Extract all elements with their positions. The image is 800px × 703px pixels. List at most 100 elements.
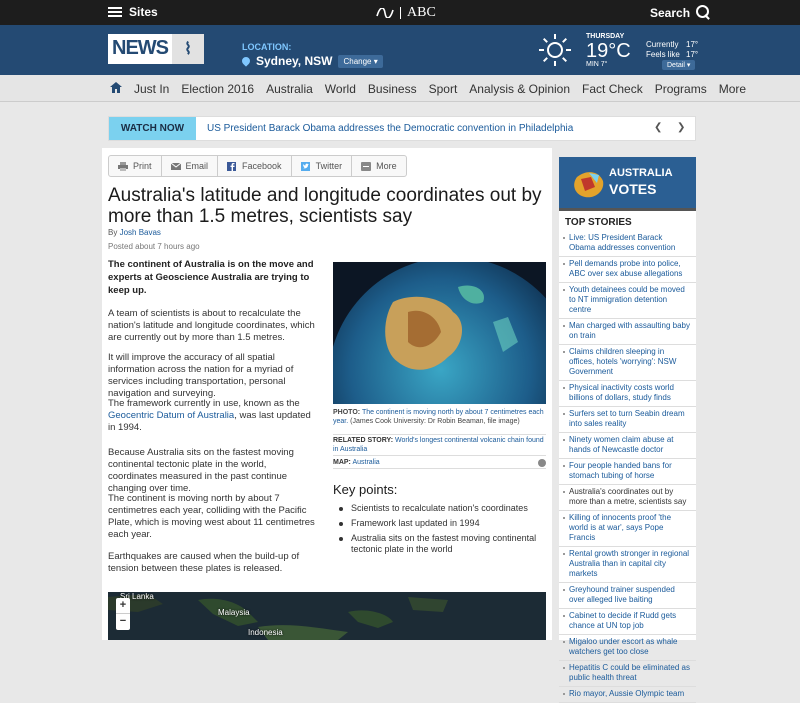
top-story-link[interactable]: Ninety women claim abuse at hands of New…	[559, 433, 696, 459]
main-nav: Just In Election 2016 Australia World Busine…	[0, 75, 800, 102]
author-link[interactable]: Josh Bavas	[120, 228, 161, 237]
news-logo[interactable]: NEWS ⌇	[108, 34, 204, 64]
key-point: Framework last updated in 1994	[333, 518, 546, 529]
print-label: Print	[133, 161, 152, 171]
zoom-out-button[interactable]: −	[116, 614, 130, 629]
top-story-link[interactable]: Killing of innocents proof 'the world is…	[559, 511, 696, 547]
weather-min: MIN 7°	[586, 61, 608, 68]
embedded-map[interactable]: Sri Lanka Malaysia Indonesia	[108, 592, 546, 640]
weather-values: 17° 17°	[686, 40, 699, 59]
top-story-link[interactable]: Rio mayor, Aussie Olympic team	[559, 687, 696, 703]
article-intro: The continent of Australia is on the mov…	[108, 259, 314, 296]
nav-item[interactable]: Fact Check	[582, 82, 643, 96]
top-story-link[interactable]: Youth detainees could be moved to NT imm…	[559, 283, 696, 319]
twitter-button[interactable]: Twitter	[292, 156, 353, 176]
paragraph-2: It will improve the accuracy of all spat…	[108, 352, 294, 399]
abc-logo-icon: ⌇	[172, 34, 204, 64]
map-label-indonesia: Indonesia	[248, 628, 283, 637]
sites-menu-button[interactable]: Sites	[108, 5, 158, 19]
print-button[interactable]: Print	[109, 156, 162, 176]
nav-item[interactable]: More	[719, 82, 746, 96]
byline: By Josh Bavas	[108, 228, 161, 237]
top-bar: Sites ABC Search	[0, 0, 800, 25]
abc-logo[interactable]: ABC	[376, 5, 436, 21]
paragraph-1: A team of scientists is about to recalcu…	[108, 308, 315, 343]
chevron-right-icon[interactable]: ❯	[677, 122, 685, 133]
home-icon[interactable]	[110, 82, 122, 93]
more-label: More	[376, 161, 397, 171]
votes-line2: VOTES	[609, 181, 657, 197]
paragraph-6: Earthquakes are caused when the build-up…	[108, 551, 300, 574]
map-marker-icon[interactable]	[538, 459, 546, 467]
geocentric-datum-link[interactable]: Geocentric Datum of Australia	[108, 410, 234, 421]
votes-line1: AUSTRALIA	[609, 167, 673, 179]
weather-detail-button[interactable]: Detail ▾	[662, 60, 696, 70]
nav-item[interactable]: Analysis & Opinion	[469, 82, 570, 96]
key-points: Key points: Scientists to recalculate na…	[333, 482, 546, 559]
weather-widget: THURSDAY 19°C MIN 7° Currently Feels like…	[536, 28, 786, 72]
top-story-link[interactable]: Four people handed bans for stomach tubi…	[559, 459, 696, 485]
top-stories-title: TOP STORIES	[565, 217, 632, 228]
chevron-left-icon[interactable]: ❮	[654, 122, 662, 133]
share-bar: Print Email Facebook Twitter More	[108, 155, 407, 177]
weather-labels: Currently Feels like	[646, 40, 680, 59]
top-stories: TOP STORIES Live: US President Barack Ob…	[559, 208, 696, 703]
abc-label: ABC	[407, 5, 436, 20]
twitter-icon	[300, 161, 310, 171]
map-link-row: MAP: Australia	[333, 455, 546, 469]
map-zoom-control: + −	[116, 598, 130, 630]
map-tiles	[108, 592, 546, 640]
paragraph-3: The framework currently in use, known as…	[108, 398, 311, 433]
nav-item[interactable]: Programs	[655, 82, 707, 96]
more-icon	[361, 161, 372, 171]
top-story-link[interactable]: Surfers set to turn Seabin dream into sa…	[559, 407, 696, 433]
watch-now-banner[interactable]: WATCH NOW US President Barack Obama addr…	[108, 116, 696, 141]
top-story-link[interactable]: Hepatitis C could be eliminated as publi…	[559, 661, 696, 687]
top-story-link[interactable]: Physical inactivity costs world billions…	[559, 381, 696, 407]
search-button[interactable]: Search	[650, 5, 711, 20]
map-link[interactable]: Australia	[352, 459, 379, 466]
location-widget: LOCATION: Sydney, NSW Change ▾	[240, 42, 383, 68]
facebook-icon	[227, 161, 237, 171]
nav-item[interactable]: Sport	[429, 82, 458, 96]
zoom-in-button[interactable]: +	[116, 598, 130, 614]
top-story-link[interactable]: Pell demands probe into police, ABC over…	[559, 257, 696, 283]
key-point: Scientists to recalculate nation's coord…	[333, 503, 546, 514]
sun-icon	[539, 34, 571, 66]
globe-photo[interactable]	[333, 262, 546, 404]
australia-votes-banner[interactable]: AUSTRALIA VOTES	[559, 157, 696, 208]
weather-day: THURSDAY	[586, 33, 625, 40]
key-point: Australia sits on the fastest moving con…	[333, 533, 546, 555]
top-story-link[interactable]: Claims children sleeping in offices, hot…	[559, 345, 696, 381]
location-label: LOCATION:	[242, 42, 292, 52]
nav-item[interactable]: Australia	[266, 82, 313, 96]
paragraph-5: The continent is moving north by about 7…	[108, 493, 315, 540]
email-label: Email	[185, 161, 209, 171]
top-story-link[interactable]: Live: US President Barack Obama addresse…	[559, 231, 696, 257]
email-button[interactable]: Email	[162, 156, 219, 176]
article-title: Australia's latitude and longitude coord…	[108, 185, 542, 227]
nav-item[interactable]: World	[325, 82, 356, 96]
location-pin-icon	[240, 55, 252, 67]
watch-now-text[interactable]: US President Barack Obama addresses the …	[207, 123, 573, 134]
nav-item[interactable]: Business	[368, 82, 417, 96]
search-label: Search	[650, 5, 691, 20]
top-story-link[interactable]: Man charged with assaulting baby on trai…	[559, 319, 696, 345]
change-location-button[interactable]: Change ▾	[338, 54, 383, 68]
location-value: Sydney, NSW	[256, 54, 333, 68]
top-story-link[interactable]: Greyhound trainer suspended over alleged…	[559, 583, 696, 609]
nav-item[interactable]: Election 2016	[181, 82, 254, 96]
mail-icon	[170, 162, 181, 170]
sites-label: Sites	[129, 5, 158, 19]
posted-time: Posted about 7 hours ago	[108, 242, 200, 251]
printer-icon	[118, 161, 128, 171]
facebook-button[interactable]: Facebook	[218, 156, 292, 176]
top-story-link[interactable]: Migaloo under escort as whale watchers g…	[559, 635, 696, 661]
top-story-link[interactable]: Australia's coordinates out by more than…	[559, 485, 696, 511]
more-share-button[interactable]: More	[352, 156, 406, 176]
top-story-link[interactable]: Cabinet to decide if Rudd gets chance at…	[559, 609, 696, 635]
key-points-title: Key points:	[333, 482, 398, 497]
nav-item[interactable]: Just In	[134, 82, 169, 96]
watch-now-label[interactable]: WATCH NOW	[109, 117, 196, 140]
top-story-link[interactable]: Rental growth stronger in regional Austr…	[559, 547, 696, 583]
